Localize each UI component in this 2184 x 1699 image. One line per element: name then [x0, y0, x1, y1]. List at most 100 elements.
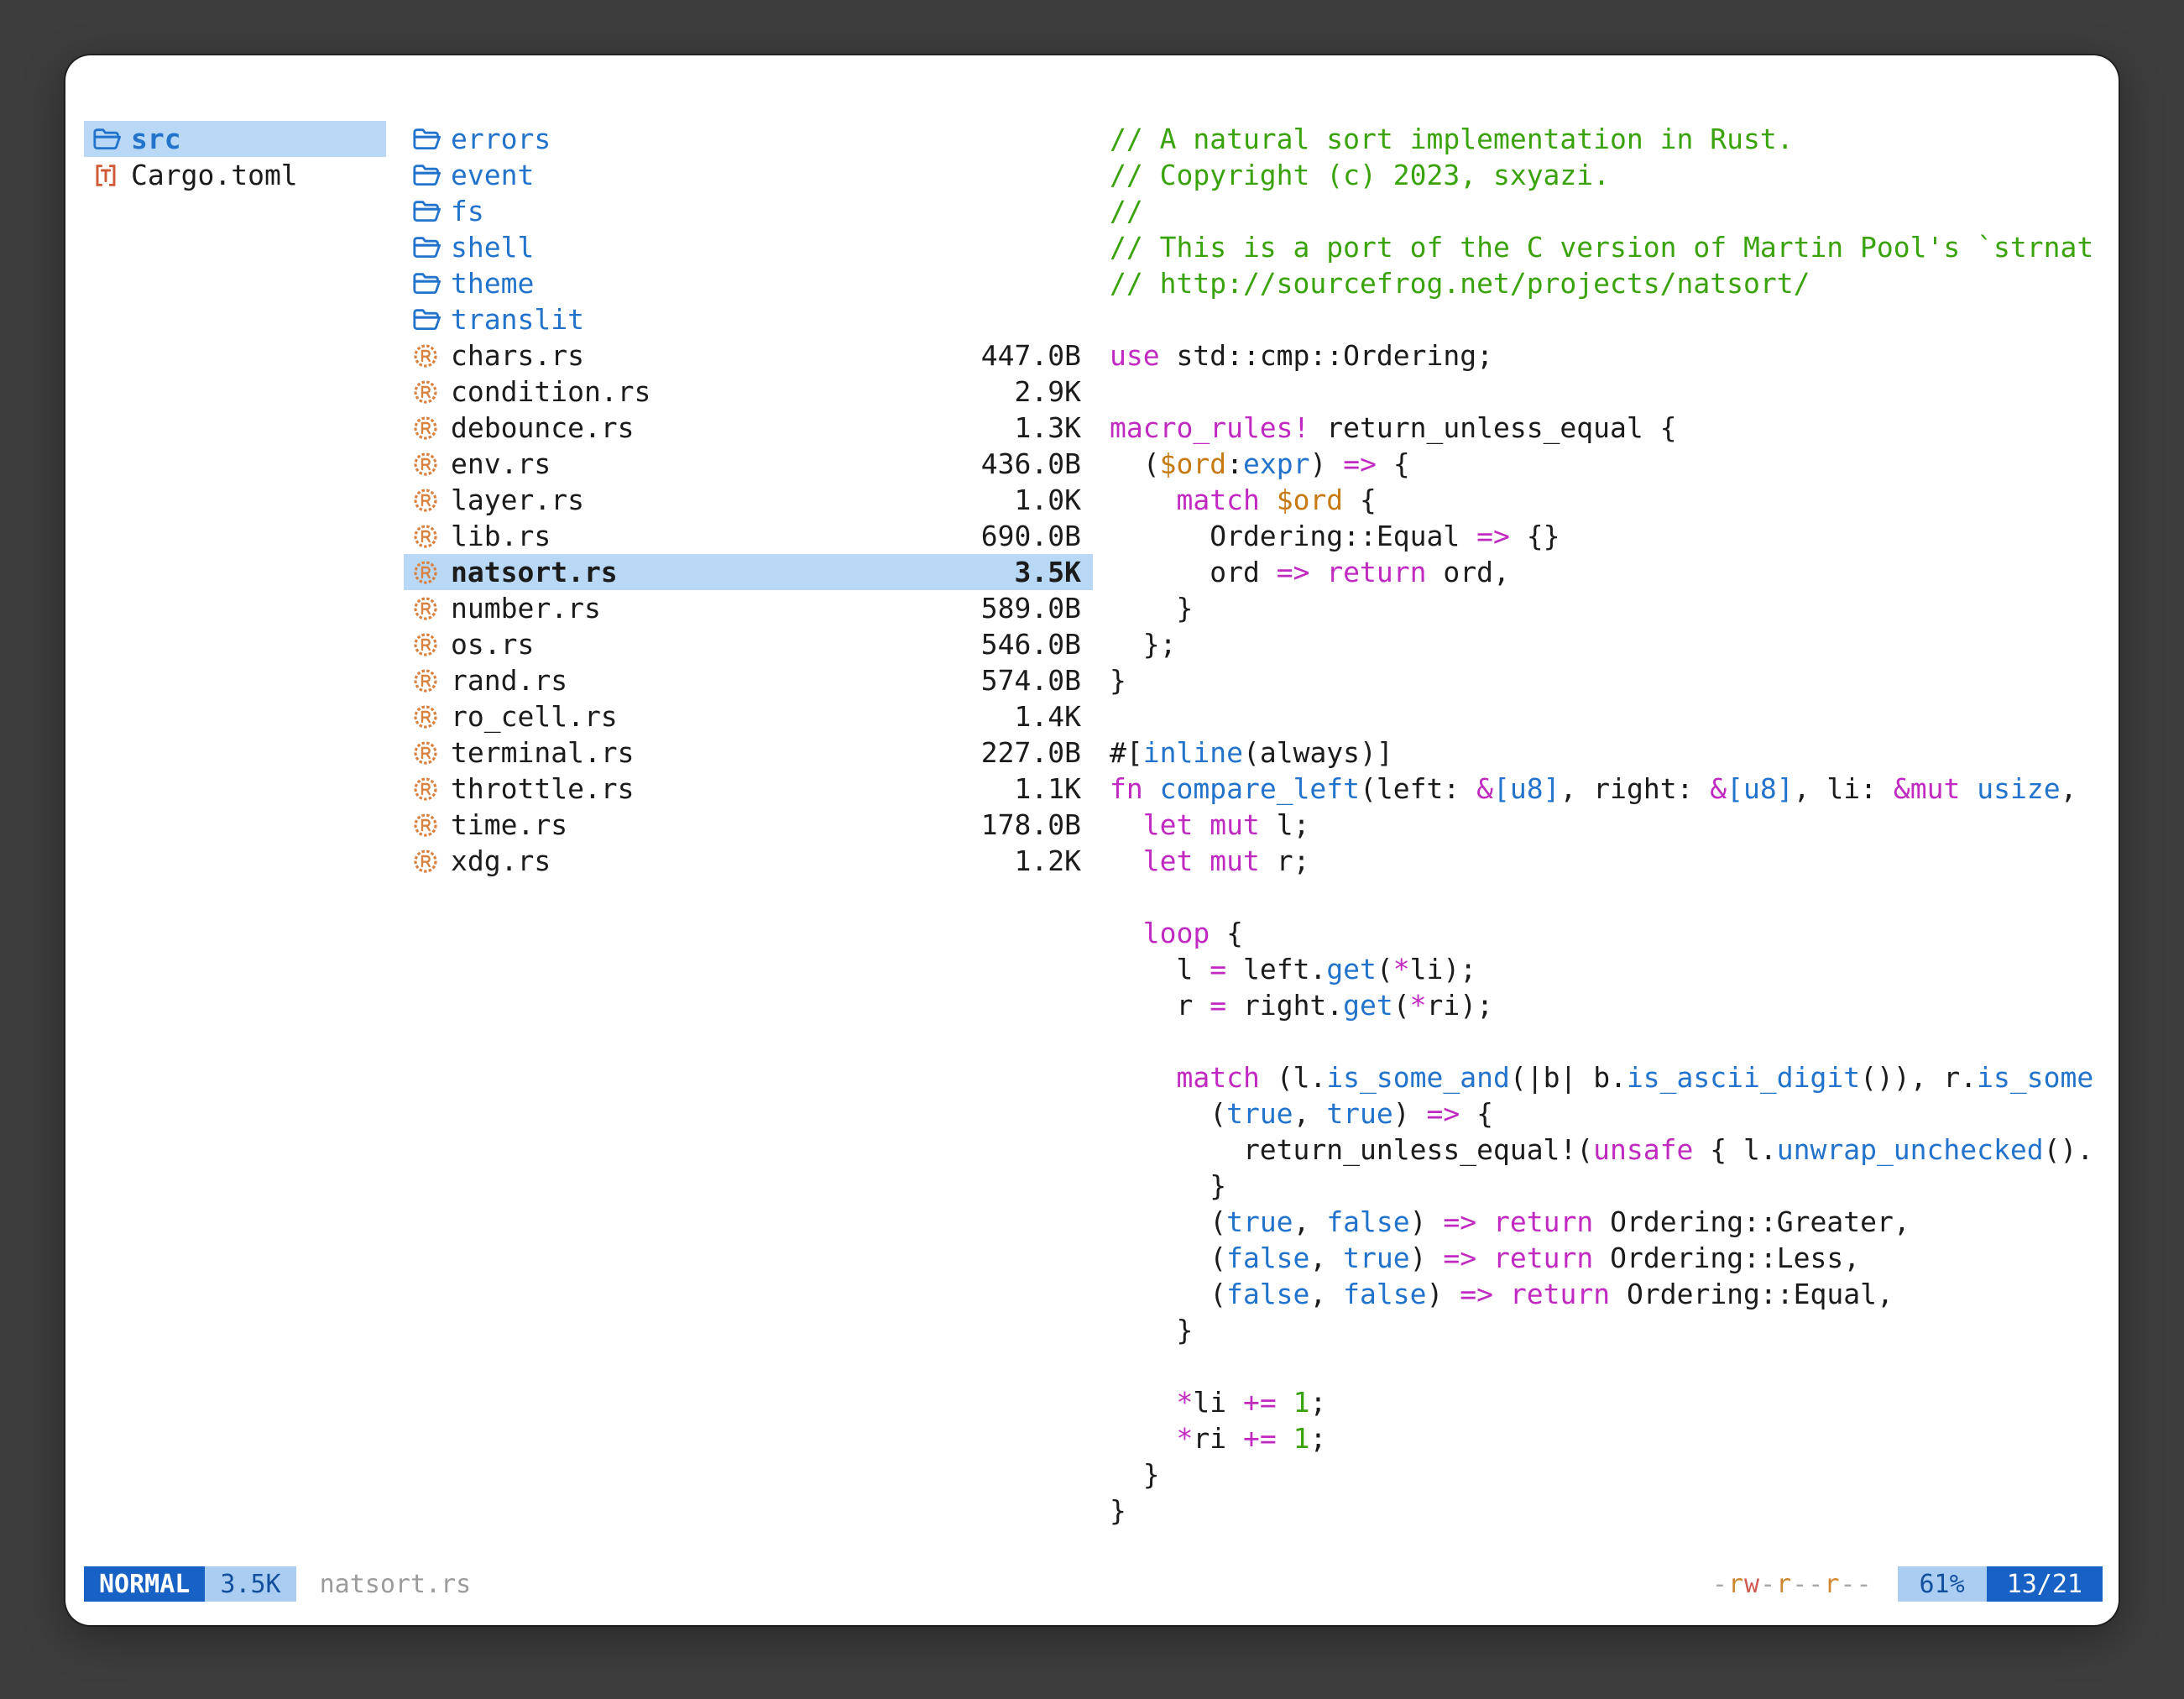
code-line: (true, true) => { [1110, 1095, 2103, 1132]
code-line [1110, 1348, 2103, 1384]
code-line: *ri += 1; [1110, 1420, 2103, 1456]
entry-size: 2.9K [1015, 375, 1093, 408]
code-line: Ordering::Equal => {} [1110, 518, 2103, 554]
file-row[interactable]: rand.rs574.0B [404, 662, 1093, 698]
rust-file-icon [412, 487, 451, 514]
file-row[interactable]: ro_cell.rs1.4K [404, 698, 1093, 734]
file-row[interactable]: Cargo.toml [84, 157, 386, 193]
code-preview: // A natural sort implementation in Rust… [1110, 121, 2103, 1529]
folder-row[interactable]: errors [404, 121, 1093, 157]
current-pane: errors event fs shell theme translit cha… [404, 121, 1093, 879]
entry-size: 3.5K [1015, 556, 1093, 588]
rust-file-icon [412, 848, 451, 875]
rust-file-icon [412, 631, 451, 658]
status-bar: NORMAL 3.5K natsort.rs -rw-r--r-- 61% 13… [84, 1566, 2103, 1602]
toml-file-icon [92, 162, 131, 189]
rust-file-icon [412, 703, 451, 730]
file-row[interactable]: os.rs 546.0B [404, 626, 1093, 662]
entry-name: lib.rs [451, 520, 551, 552]
code-line: (false, false) => return Ordering::Equal… [1110, 1276, 2103, 1312]
entry-name: natsort.rs [451, 556, 618, 588]
entry-name: errors [451, 123, 551, 155]
entry-size: 589.0B [981, 592, 1093, 625]
folder-icon [92, 125, 131, 154]
code-line: macro_rules! return_unless_equal { [1110, 410, 2103, 446]
folder-row[interactable]: translit [404, 301, 1093, 337]
code-line: (true, false) => return Ordering::Greate… [1110, 1204, 2103, 1240]
code-line: match (l.is_some_and(|b| b.is_ascii_digi… [1110, 1059, 2103, 1095]
code-line: } [1110, 590, 2103, 626]
entry-size: 546.0B [981, 628, 1093, 661]
code-line: match $ord { [1110, 482, 2103, 518]
entry-size: 436.0B [981, 447, 1093, 480]
entry-name: shell [451, 231, 534, 264]
entry-size: 690.0B [981, 520, 1093, 552]
entry-name: src [131, 123, 181, 155]
entry-name: number.rs [451, 592, 601, 625]
folder-icon [412, 125, 451, 154]
entry-name: debounce.rs [451, 411, 635, 444]
file-row[interactable]: xdg.rs1.2K [404, 843, 1093, 879]
code-line: let mut l; [1110, 807, 2103, 843]
folder-row[interactable]: src [84, 121, 386, 157]
code-line: return_unless_equal!(unsafe { l.unwrap_u… [1110, 1132, 2103, 1168]
folder-icon [412, 233, 451, 262]
file-row[interactable]: time.rs 178.0B [404, 807, 1093, 843]
file-row[interactable]: throttle.rs1.1K [404, 771, 1093, 807]
code-line: } [1110, 1456, 2103, 1493]
folder-row[interactable]: shell [404, 229, 1093, 265]
folder-row[interactable]: event [404, 157, 1093, 193]
code-line [1110, 301, 2103, 337]
code-line: } [1110, 1493, 2103, 1529]
code-line: // [1110, 193, 2103, 229]
file-row[interactable]: natsort.rs 3.5K [404, 554, 1093, 590]
entry-size: 1.4K [1015, 700, 1093, 733]
entry-name: fs [451, 195, 484, 227]
entry-name: os.rs [451, 628, 534, 661]
entry-name: event [451, 159, 534, 191]
code-line: // A natural sort implementation in Rust… [1110, 121, 2103, 157]
entry-size: 574.0B [981, 664, 1093, 697]
code-line: }; [1110, 626, 2103, 662]
code-line: use std::cmp::Ordering; [1110, 337, 2103, 374]
entry-name: chars.rs [451, 339, 584, 372]
entry-size: 1.1K [1015, 772, 1093, 805]
file-row[interactable]: env.rs 436.0B [404, 446, 1093, 482]
code-line: let mut r; [1110, 843, 2103, 879]
file-permissions: -rw-r--r-- [1712, 1570, 1873, 1599]
code-line [1110, 1023, 2103, 1059]
code-line: ($ord:expr) => { [1110, 446, 2103, 482]
code-line: *li += 1; [1110, 1384, 2103, 1420]
entry-size: 1.0K [1015, 484, 1093, 516]
file-row[interactable]: debounce.rs1.3K [404, 410, 1093, 446]
code-line: r = right.get(*ri); [1110, 987, 2103, 1023]
code-line: } [1110, 662, 2103, 698]
entry-size: 178.0B [981, 808, 1093, 841]
code-line: loop { [1110, 915, 2103, 951]
rust-file-icon [412, 667, 451, 694]
code-line: #[inline(always)] [1110, 734, 2103, 771]
status-filename: natsort.rs [320, 1570, 472, 1599]
code-line [1110, 879, 2103, 915]
preview-pane: // A natural sort implementation in Rust… [1110, 121, 2103, 1529]
scroll-percent-badge: 61% [1898, 1566, 1987, 1602]
rust-file-icon [412, 595, 451, 622]
code-line [1110, 698, 2103, 734]
entry-name: theme [451, 267, 534, 300]
file-row[interactable]: terminal.rs227.0B [404, 734, 1093, 771]
file-row[interactable]: layer.rs1.0K [404, 482, 1093, 518]
file-row[interactable]: chars.rs447.0B [404, 337, 1093, 374]
folder-row[interactable]: fs [404, 193, 1093, 229]
file-row[interactable]: condition.rs2.9K [404, 374, 1093, 410]
entry-name: time.rs [451, 808, 567, 841]
file-row[interactable]: lib.rs 690.0B [404, 518, 1093, 554]
file-row[interactable]: number.rs 589.0B [404, 590, 1093, 626]
folder-row[interactable]: theme [404, 265, 1093, 301]
rust-file-icon [412, 812, 451, 839]
rust-file-icon [412, 559, 451, 586]
entry-name: env.rs [451, 447, 551, 480]
folder-icon [412, 161, 451, 190]
cursor-position-badge: 13/21 [1987, 1566, 2103, 1602]
folder-icon [412, 197, 451, 226]
rust-file-icon [412, 523, 451, 550]
